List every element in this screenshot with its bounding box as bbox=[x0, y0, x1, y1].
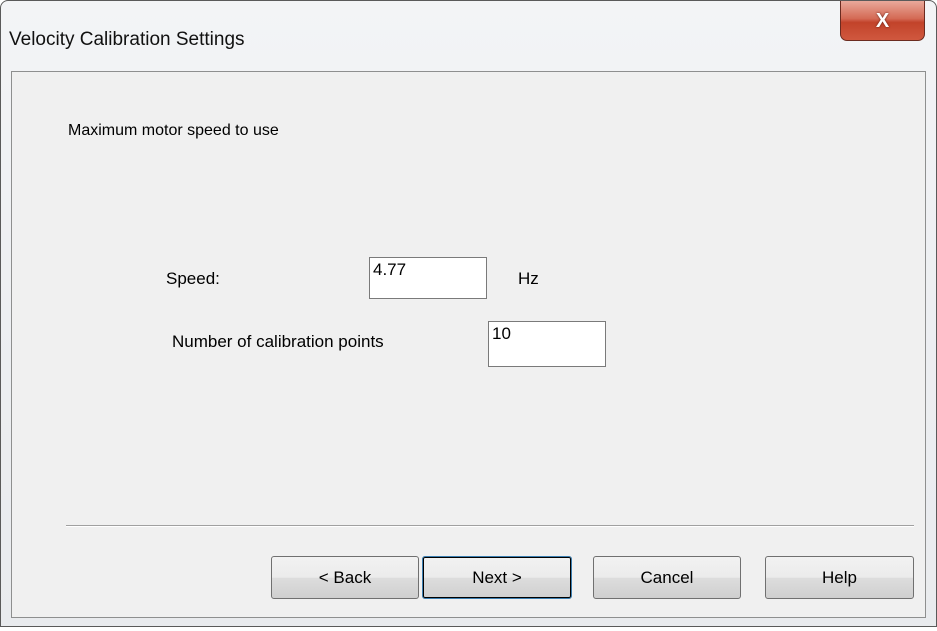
speed-input[interactable]: 4.77 bbox=[369, 257, 487, 299]
calibration-points-label: Number of calibration points bbox=[172, 332, 384, 351]
button-separator bbox=[66, 525, 914, 527]
dialog-window: Velocity Calibration Settings X Maximum … bbox=[0, 0, 937, 627]
dialog-body: Maximum motor speed to use Speed: 4.77 H… bbox=[11, 71, 926, 618]
section-heading: Maximum motor speed to use bbox=[68, 122, 279, 139]
title-bar[interactable]: Velocity Calibration Settings X bbox=[1, 1, 936, 71]
speed-label: Speed: bbox=[166, 269, 220, 288]
calibration-points-input[interactable]: 10 bbox=[488, 321, 606, 367]
window-title: Velocity Calibration Settings bbox=[9, 29, 245, 50]
close-button[interactable]: X bbox=[840, 1, 925, 41]
cancel-button[interactable]: Cancel bbox=[593, 556, 741, 599]
speed-unit-label: Hz bbox=[518, 269, 539, 288]
back-button[interactable]: < Back bbox=[271, 556, 419, 599]
close-icon: X bbox=[875, 9, 890, 32]
next-button[interactable]: Next > bbox=[422, 556, 572, 599]
help-button[interactable]: Help bbox=[765, 556, 914, 599]
